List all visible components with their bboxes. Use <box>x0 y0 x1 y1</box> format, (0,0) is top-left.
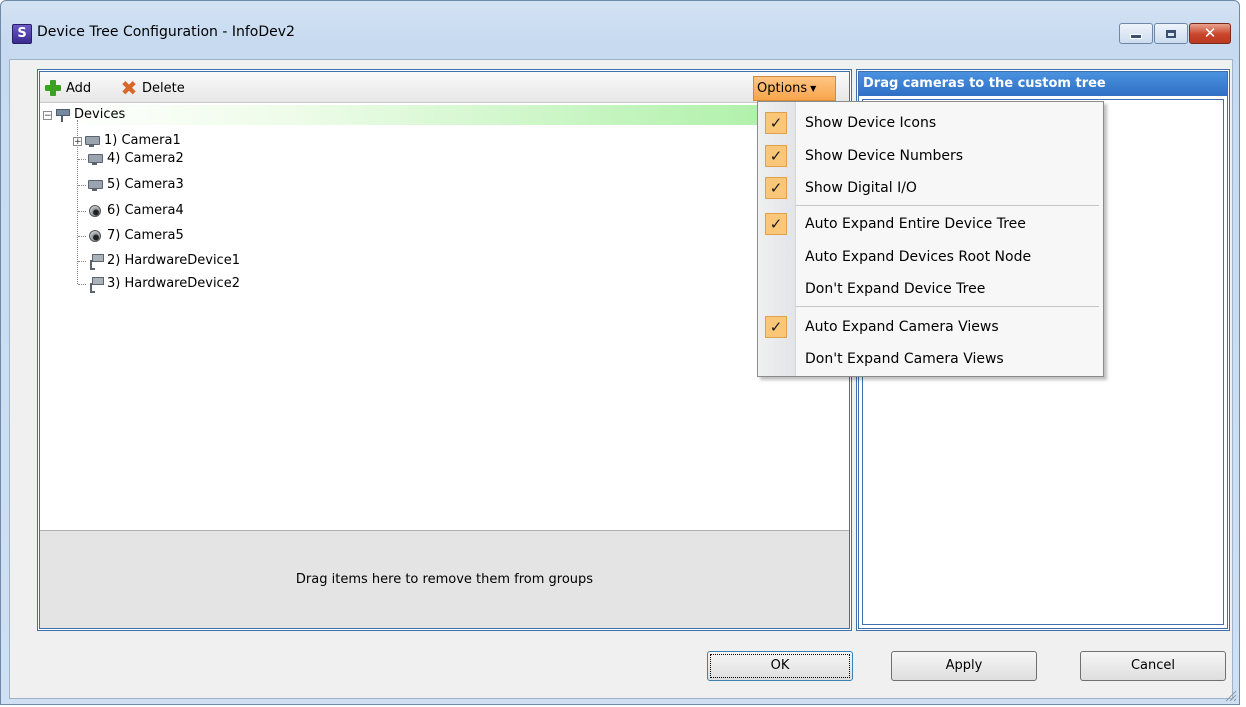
delete-icon: ✖ <box>120 76 138 100</box>
menu-item-label: Show Device Numbers <box>805 148 964 164</box>
tree-item[interactable]: 5) Camera3 <box>87 176 184 194</box>
tree-item[interactable]: 7) Camera5 <box>87 227 184 245</box>
tree-item-label: 7) Camera5 <box>107 228 184 243</box>
menu-separator <box>796 306 1099 307</box>
maximize-icon <box>1166 29 1176 38</box>
apply-button[interactable]: Apply <box>891 651 1037 681</box>
tree-item-label: 6) Camera4 <box>107 203 184 218</box>
menu-item-label: Don't Expand Device Tree <box>805 281 986 297</box>
device-tree: − Devices + 1) Camera1 4) Camera2 5) Cam… <box>40 102 849 537</box>
close-button[interactable]: ✕ <box>1189 23 1231 44</box>
tree-item-label: 3) HardwareDevice2 <box>107 276 240 291</box>
root-selection-highlight <box>60 105 830 125</box>
menu-item-show-device-icons[interactable]: ✓ Show Device Icons <box>759 109 1102 137</box>
add-icon <box>44 79 62 97</box>
menu-item-label: Auto Expand Entire Device Tree <box>805 216 1026 232</box>
chevron-down-icon: ▼ <box>810 84 817 93</box>
window-title: Device Tree Configuration - InfoDev2 <box>37 24 295 40</box>
options-dropdown-button[interactable]: Options ▼ <box>753 76 836 101</box>
drop-area-text: Drag items here to remove them from grou… <box>295 572 594 587</box>
menu-item-dont-expand-device-tree[interactable]: Don't Expand Device Tree <box>759 275 1102 303</box>
dome-camera-icon <box>87 229 103 243</box>
hardware-device-icon <box>87 254 104 270</box>
tree-item-label: 5) Camera3 <box>107 177 184 192</box>
minimize-icon <box>1130 34 1142 39</box>
remove-from-groups-drop-area[interactable]: Drag items here to remove them from grou… <box>40 530 849 628</box>
menu-item-show-digital-io[interactable]: ✓ Show Digital I/O <box>759 174 1102 202</box>
tree-guide-line <box>78 236 86 237</box>
tree-item[interactable]: + 1) Camera1 <box>73 132 181 150</box>
collapse-icon[interactable]: − <box>43 110 52 120</box>
menu-item-show-device-numbers[interactable]: ✓ Show Device Numbers <box>759 142 1102 170</box>
checkmark-icon: ✓ <box>765 177 787 199</box>
menu-item-label: Don't Expand Camera Views <box>805 351 1004 367</box>
tree-guide-line <box>78 261 86 262</box>
maximize-button[interactable] <box>1154 23 1188 44</box>
tree-guide-line <box>78 211 86 212</box>
tree-item[interactable]: 3) HardwareDevice2 <box>87 275 240 293</box>
tree-item-label: 4) Camera2 <box>107 151 184 166</box>
close-icon: ✕ <box>1203 24 1217 42</box>
custom-tree-header: Drag cameras to the custom tree <box>859 72 1227 96</box>
minimize-button[interactable] <box>1119 23 1153 44</box>
resize-grip-icon[interactable] <box>1223 688 1237 702</box>
menu-item-auto-expand-entire-device-tree[interactable]: ✓ Auto Expand Entire Device Tree <box>759 210 1102 238</box>
checkmark-icon: ✓ <box>765 213 787 235</box>
expand-icon[interactable]: + <box>73 136 82 146</box>
checkmark-icon: ✓ <box>765 145 787 167</box>
tree-item[interactable]: 2) HardwareDevice1 <box>87 252 240 270</box>
menu-item-label: Show Device Icons <box>805 115 937 131</box>
cancel-button[interactable]: Cancel <box>1080 651 1226 681</box>
camera-icon <box>84 134 100 148</box>
options-menu: ✓ Show Device Icons ✓ Show Device Number… <box>757 101 1104 377</box>
delete-button-label: Delete <box>142 80 185 96</box>
menu-item-dont-expand-camera-views[interactable]: Don't Expand Camera Views <box>759 345 1102 373</box>
tree-root-label: Devices <box>74 107 126 122</box>
menu-item-auto-expand-camera-views[interactable]: ✓ Auto Expand Camera Views <box>759 313 1102 341</box>
ok-button[interactable]: OK <box>707 651 853 681</box>
network-icon <box>54 108 70 122</box>
tree-item-label: 2) HardwareDevice1 <box>107 253 240 268</box>
window-controls: ✕ <box>1119 23 1231 44</box>
add-button[interactable]: Add <box>44 79 91 97</box>
delete-button[interactable]: ✖ Delete <box>120 76 185 100</box>
tree-item[interactable]: 6) Camera4 <box>87 202 184 220</box>
dome-camera-icon <box>87 204 103 218</box>
app-logo-icon: S <box>12 24 32 44</box>
menu-item-auto-expand-devices-root-node[interactable]: Auto Expand Devices Root Node <box>759 243 1102 271</box>
options-label: Options <box>757 81 808 96</box>
menu-item-label: Auto Expand Camera Views <box>805 319 999 335</box>
title-bar[interactable]: S Device Tree Configuration - InfoDev2 ✕ <box>1 1 1239 59</box>
menu-item-label: Auto Expand Devices Root Node <box>805 249 1032 265</box>
menu-separator <box>796 205 1099 206</box>
camera-icon <box>87 152 103 166</box>
hardware-device-icon <box>87 277 104 293</box>
checkmark-icon: ✓ <box>765 316 787 338</box>
tree-item[interactable]: 4) Camera2 <box>87 150 184 168</box>
device-tree-panel: Add ✖ Delete Options ▼ − Devices + 1) Ca… <box>37 69 852 631</box>
tree-toolbar: Add ✖ Delete Options ▼ <box>40 72 849 103</box>
tree-item-label: 1) Camera1 <box>104 133 181 148</box>
tree-guide-line <box>78 159 86 160</box>
checkmark-icon: ✓ <box>765 112 787 134</box>
tree-guide-line <box>78 284 86 285</box>
tree-guide-line <box>78 185 86 186</box>
menu-item-label: Show Digital I/O <box>805 180 917 196</box>
add-button-label: Add <box>66 80 92 96</box>
camera-icon <box>87 178 103 192</box>
tree-root-devices[interactable]: − Devices <box>43 106 125 124</box>
